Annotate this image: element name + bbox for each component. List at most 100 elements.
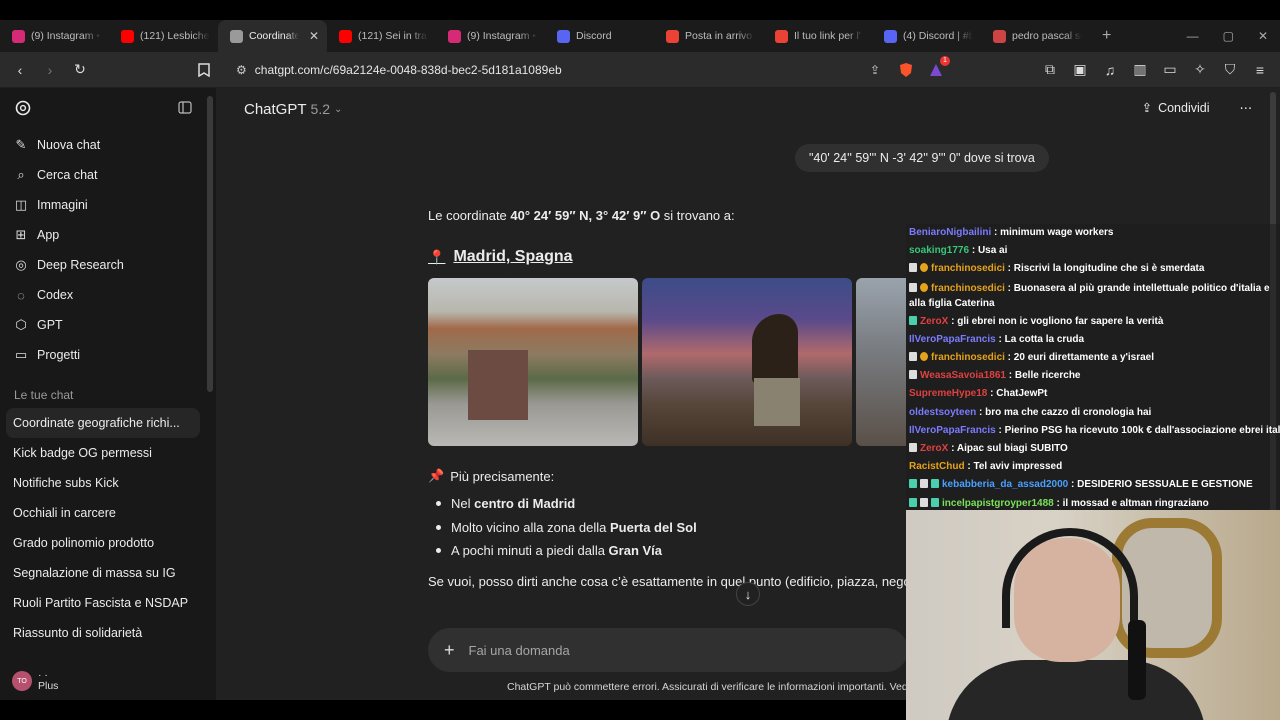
model-version[interactable]: 5.2 [311,101,330,117]
chat-history-item[interactable]: Segnalazione di massa su IG [0,558,216,588]
new-tab-button[interactable]: + [1090,27,1123,45]
sidebar-item-label: Progetti [37,348,81,362]
back-icon[interactable]: ‹ [8,58,32,82]
chevron-down-icon[interactable]: ⌄ [334,104,342,115]
chat-history-item[interactable]: Grado polinomio prodotto [0,528,216,558]
chat-badge-icon [909,497,917,507]
openai-logo-icon[interactable] [14,99,32,120]
minimize-icon[interactable]: — [1187,29,1199,43]
madrid-aerial-image[interactable] [428,278,638,446]
site-settings-icon[interactable]: ⚙ [236,63,247,77]
separator: : [995,333,1005,345]
close-tab-icon[interactable]: ✕ [309,29,319,43]
stream-chat-text: Tel aviv impressed [973,461,1063,473]
chat-badge-icon [920,263,928,273]
close-window-icon[interactable]: ✕ [1258,29,1268,43]
puerta-del-sol-image[interactable] [642,278,852,446]
chat-history-item[interactable]: Coordinate geografiche richi... [6,408,200,438]
share-button[interactable]: ⇪ Condividi [1142,100,1210,116]
browser-tab[interactable]: Coordinate ✕ [218,20,327,52]
address-bar[interactable]: ⚙ chatgpt.com/c/69a2124e-0048-838d-bec2-… [228,57,888,83]
browser-tab[interactable]: Posta in arrivo [654,20,763,52]
bookmark-icon[interactable] [192,58,216,82]
location-name[interactable]: Madrid, Spagna [453,247,572,268]
brave-rewards-icon[interactable]: 1 [924,55,950,82]
chat-badge-icon [931,497,939,507]
composer-placeholder[interactable]: Fai una domanda [469,643,570,658]
close-sidebar-icon[interactable] [178,101,192,117]
sidebar-item-deep-research[interactable]: ◎ Deep Research [0,250,216,280]
stream-chat-message: IlVeroPapaFrancis : La cotta la cruda [906,331,1280,349]
brave-shield-icon[interactable] [894,58,918,82]
hoodie-shape [946,660,1206,720]
browser-tab[interactable]: (121) Lesbiche [109,20,218,52]
separator: : [948,315,958,327]
sidebar-item-progetti[interactable]: ▭ Progetti [0,340,216,370]
bullet-dot [436,501,441,507]
stream-chat-message: RacistChud : Tel aviv impressed [906,458,1280,476]
stream-chat-username: RacistChud [909,461,965,473]
madrid-building-image[interactable] [856,278,906,446]
menu-icon[interactable]: ≡ [1248,58,1272,82]
attach-plus-icon[interactable]: + [444,640,455,661]
list-item-text: Molto vicino alla zona della Puerta del … [451,520,697,535]
chat-history-item[interactable]: Notifiche subs Kick [0,468,216,498]
chat-badge-icon [909,282,917,292]
sidebar-toggle-icon[interactable]: ▥ [1128,58,1152,82]
pin-icon: 📍 [428,249,446,266]
browser-tab[interactable]: (121) Sei in trap [327,20,436,52]
sidebar-scrollbar[interactable] [207,96,213,392]
chat-history-item[interactable]: Occhiali in carcere [0,498,216,528]
share-page-icon[interactable]: ⇪ [870,63,880,77]
stream-chat-username: BeniaroNigbailini [909,227,992,238]
stream-chat-username: franchinosedici [931,282,1005,294]
extensions-icon[interactable]: ⧉ [1038,58,1062,82]
sidebar-item-gpt[interactable]: ⬡ GPT [0,310,216,340]
sidebar-item-app[interactable]: ⊞ App [0,220,216,250]
sidebar-item-cerca-chat[interactable]: ⌕ Cerca chat [0,160,216,190]
user-menu[interactable]: TO · · Plus [12,670,58,692]
sidebar-item-immagini[interactable]: ◫ Immagini [0,190,216,220]
scroll-down-button[interactable]: ↓ [736,582,760,606]
gmail-icon [775,29,788,43]
sidebar-item-nuova-chat[interactable]: ✎ Nuova chat [0,130,216,160]
chat-history-item[interactable]: Riassunto di solidarietà [0,618,216,648]
browser-tab[interactable]: (9) Instagram • [436,20,545,52]
instagram-icon [12,29,25,43]
header-actions: ⇪ Condividi ⋯ [1142,100,1253,116]
sidebar-item-label: Immagini [37,198,88,212]
separator: : [1004,352,1014,364]
chat-history-item[interactable]: Ruoli Partito Fascista e NSDAP [0,588,216,618]
vpn-icon[interactable]: ⛉ [1218,58,1242,82]
browser-tab[interactable]: pedro pascal sc [981,20,1090,52]
browser-tab[interactable]: (4) Discord | #b [872,20,981,52]
window-controls: — ▢ ✕ [1187,20,1280,52]
more-options-icon[interactable]: ⋯ [1240,100,1253,115]
maximize-icon[interactable]: ▢ [1223,29,1234,43]
chats-section-label: Le tue chat [14,388,74,402]
browser-tab-bar: (9) Instagram • (121) Lesbiche Coordinate ✕… [0,20,1280,52]
browser-tab[interactable]: (9) Instagram • [0,20,109,52]
sidebar-item-codex[interactable]: ◌ Codex [0,280,216,310]
chat-history-item[interactable]: Kick badge OG permessi [0,438,216,468]
model-selector[interactable]: ChatGPT [244,101,307,118]
screenshot-icon[interactable]: ▣ [1068,58,1092,82]
browser-toolbar: ‹ › ↻ ⚙ chatgpt.com/c/69a2124e-0048-838d… [0,52,1280,88]
browser-tab[interactable]: Discord [545,20,654,52]
stream-chat-username: oldestsoyteen [909,406,977,418]
chat-badge-icon [920,282,928,292]
wallet-icon[interactable]: ▭ [1158,58,1182,82]
stream-chat-text: Riscrivi la longitudine che si è smerdat… [1013,263,1205,275]
media-icon[interactable]: ♫ [1098,58,1122,82]
leo-ai-icon[interactable]: ✧ [1188,58,1212,82]
stream-chat-message: kebabberia_da_assad2000 : DESIDERIO SESS… [906,476,1280,494]
composer[interactable]: + Fai una domanda [428,628,908,672]
url-text[interactable]: chatgpt.com/c/69a2124e-0048-838d-bec2-5d… [255,63,862,77]
forward-icon[interactable]: › [38,58,62,82]
reload-icon[interactable]: ↻ [68,58,92,82]
separator: : [1004,263,1014,275]
detail-section: 📌 Più precisamente: Nel centro di Madrid… [428,468,908,563]
stream-chat-text: 20 euri direttamente a y'israel [1013,352,1155,364]
search-icon: ⌕ [17,167,25,182]
browser-tab[interactable]: Il tuo link per l' [763,20,872,52]
